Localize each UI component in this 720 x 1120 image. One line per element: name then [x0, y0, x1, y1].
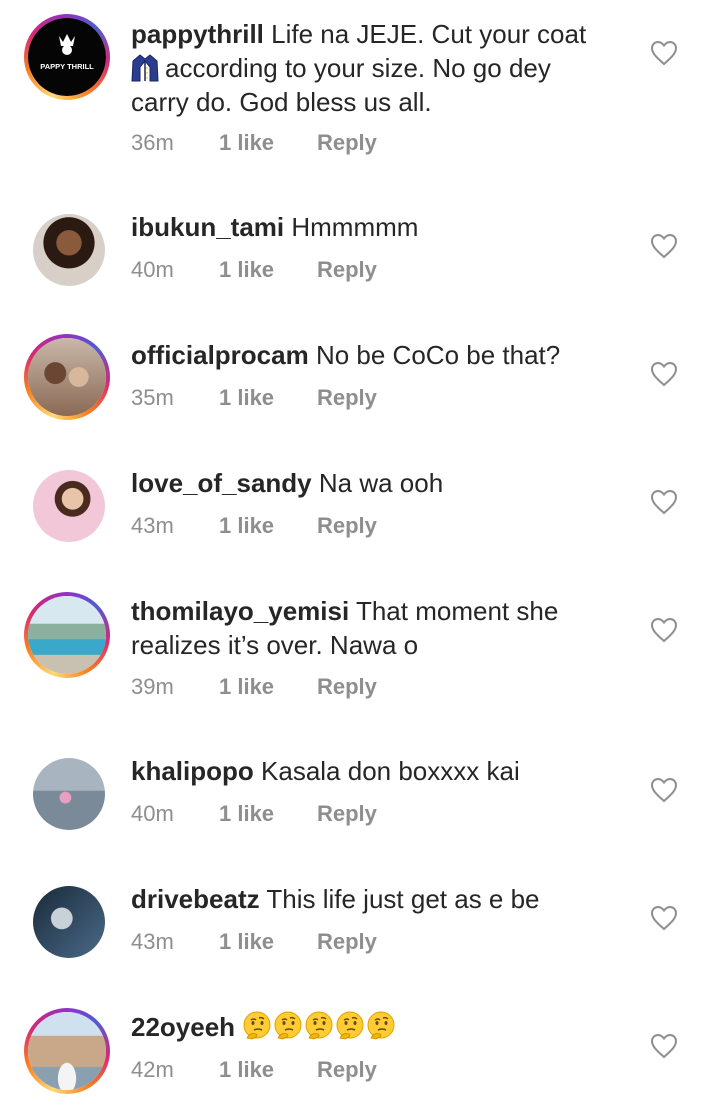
comment-username[interactable]: love_of_sandy — [131, 468, 312, 498]
comment-username[interactable]: thomilayo_yemisi — [131, 596, 349, 626]
comment-meta: 39m 1 like Reply — [131, 672, 377, 702]
avatar-logo-text: PAPPY THRILL — [40, 62, 94, 71]
comment-username[interactable]: drivebeatz — [131, 884, 260, 914]
like-count[interactable]: 1 like — [219, 799, 317, 829]
thinking-face-emoji-icon — [274, 1011, 302, 1040]
heart-outline-icon[interactable] — [650, 361, 678, 387]
comment-username[interactable]: khalipopo — [131, 756, 254, 786]
reply-button[interactable]: Reply — [317, 672, 377, 702]
avatar[interactable] — [33, 470, 105, 542]
comment-text: love_of_sandy Na wa ooh — [131, 466, 611, 500]
thinking-face-emoji-icon — [367, 1011, 395, 1040]
heart-outline-icon[interactable] — [650, 233, 678, 259]
avatar[interactable]: PAPPY THRILL — [24, 14, 110, 100]
reply-button[interactable]: Reply — [317, 383, 377, 413]
avatar[interactable] — [33, 214, 105, 286]
like-count[interactable]: 1 like — [219, 128, 317, 158]
comment-text: ibukun_tami Hmmmmm — [131, 210, 611, 244]
heart-outline-icon[interactable] — [650, 905, 678, 931]
comment-time: 36m — [131, 130, 174, 155]
reply-button[interactable]: Reply — [317, 927, 377, 957]
avatar[interactable] — [24, 1008, 110, 1094]
comment-text: drivebeatz This life just get as e be — [131, 882, 611, 916]
reply-button[interactable]: Reply — [317, 255, 377, 285]
comment-text: khalipopo Kasala don boxxxx kai — [131, 754, 611, 788]
comment-text: thomilayo_yemisi That moment she realize… — [131, 594, 611, 662]
coat-emoji-icon — [131, 54, 159, 82]
reply-button[interactable]: Reply — [317, 128, 377, 158]
comment-time: 40m — [131, 257, 174, 282]
avatar[interactable] — [24, 334, 110, 420]
comment-meta: 35m 1 like Reply — [131, 383, 377, 413]
like-count[interactable]: 1 like — [219, 1055, 317, 1085]
like-count[interactable]: 1 like — [219, 672, 317, 702]
heart-outline-icon[interactable] — [650, 617, 678, 643]
comment-text: officialprocam No be CoCo be that? — [131, 338, 611, 372]
comment-meta: 40m 1 like Reply — [131, 255, 377, 285]
comment-body: This life just get as e be — [266, 884, 540, 914]
comment-time: 43m — [131, 929, 174, 954]
heart-outline-icon[interactable] — [650, 777, 678, 803]
heart-outline-icon[interactable] — [650, 489, 678, 515]
comment-body: No be CoCo be that? — [315, 340, 561, 370]
like-count[interactable]: 1 like — [219, 255, 317, 285]
comment-time: 40m — [131, 801, 174, 826]
comment-meta: 43m 1 like Reply — [131, 927, 377, 957]
comment-meta: 40m 1 like Reply — [131, 799, 377, 829]
like-count[interactable]: 1 like — [219, 927, 317, 957]
like-count[interactable]: 1 like — [219, 511, 317, 541]
heart-outline-icon[interactable] — [650, 40, 678, 66]
heart-outline-icon[interactable] — [650, 1033, 678, 1059]
thinking-face-emoji-icon — [305, 1011, 333, 1040]
comment-body: Kasala don boxxxx kai — [261, 756, 520, 786]
comment-time: 35m — [131, 385, 174, 410]
comment-meta: 42m 1 like Reply — [131, 1055, 377, 1085]
comment-username[interactable]: officialprocam — [131, 340, 309, 370]
reply-button[interactable]: Reply — [317, 1055, 377, 1085]
comment-meta: 43m 1 like Reply — [131, 511, 377, 541]
comment-meta: 36m 1 like Reply — [131, 128, 377, 158]
comment-time: 43m — [131, 513, 174, 538]
avatar[interactable] — [24, 592, 110, 678]
comment-username[interactable]: ibukun_tami — [131, 212, 284, 242]
comment-time: 39m — [131, 674, 174, 699]
reply-button[interactable]: Reply — [317, 799, 377, 829]
comment-time: 42m — [131, 1057, 174, 1082]
comment-username[interactable]: 22oyeeh — [131, 1012, 235, 1042]
comment-username[interactable]: pappythrill — [131, 19, 264, 49]
comment-body-continued: according to your size. No go dey carry … — [131, 53, 551, 117]
reply-button[interactable]: Reply — [317, 511, 377, 541]
comment-text: 22oyeeh — [131, 1010, 611, 1044]
like-count[interactable]: 1 like — [219, 383, 317, 413]
comment-body: Na wa ooh — [318, 468, 444, 498]
thinking-face-emoji-icon — [336, 1011, 364, 1040]
comment-body: Hmmmmm — [291, 212, 419, 242]
comment-text: pappythrill Life na JEJE. Cut your coat … — [131, 17, 611, 119]
emoji-row — [242, 1011, 397, 1042]
avatar[interactable] — [33, 758, 105, 830]
thinking-face-emoji-icon — [243, 1011, 271, 1040]
avatar[interactable] — [33, 886, 105, 958]
comment-body: Life na JEJE. Cut your coat — [271, 19, 587, 49]
